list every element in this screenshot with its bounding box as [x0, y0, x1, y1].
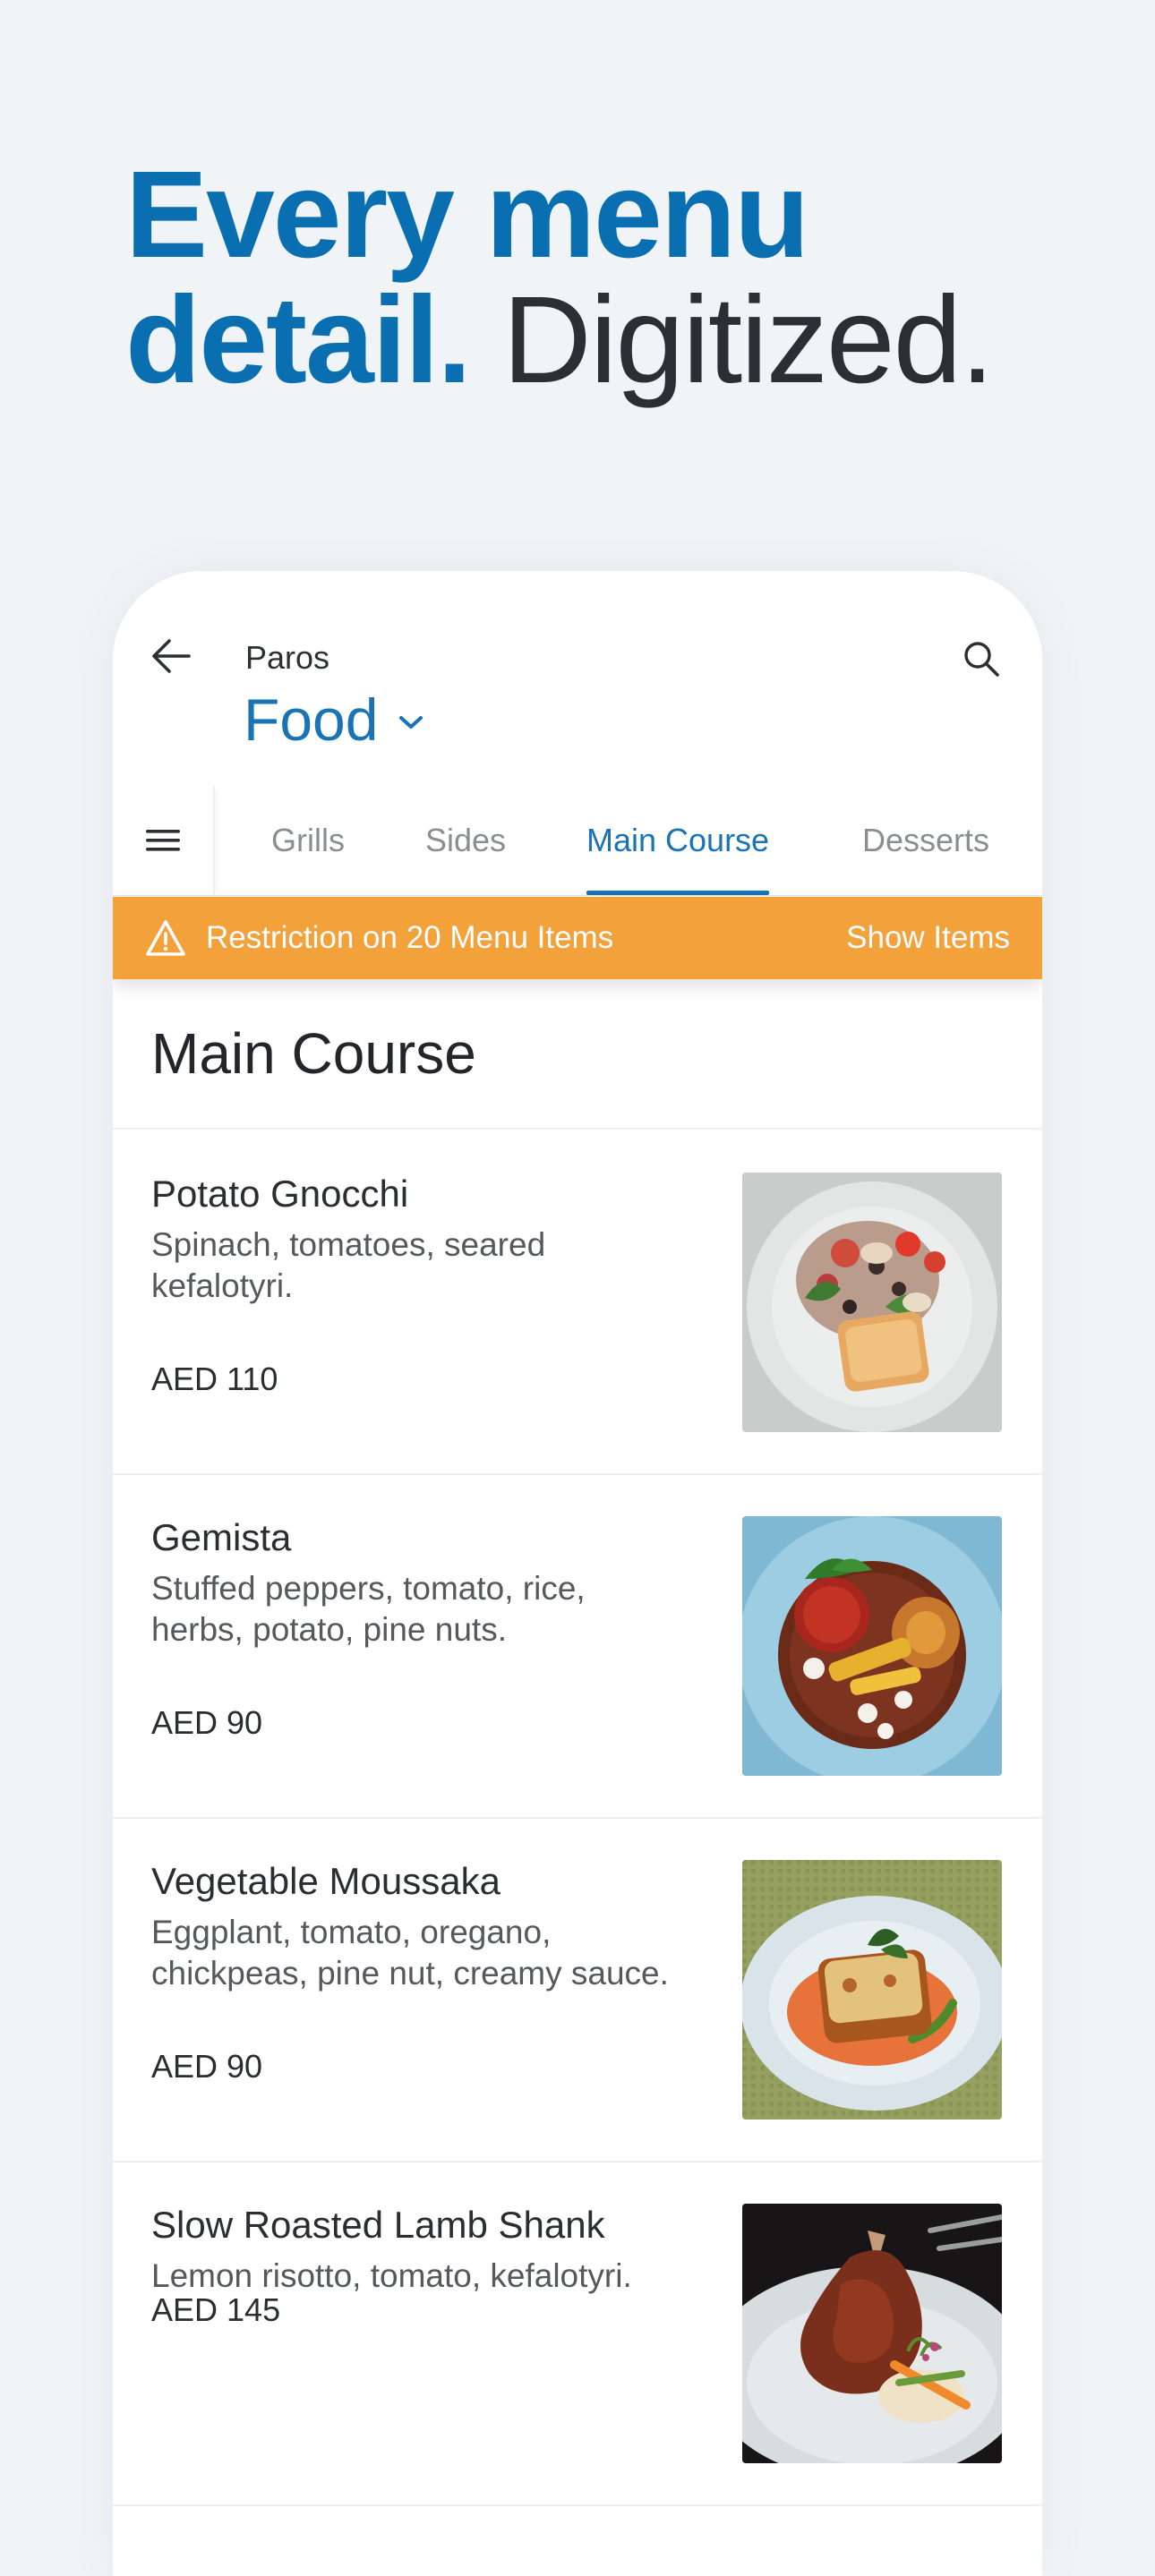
warning-triangle-icon: [146, 920, 185, 956]
menu-item[interactable]: Potato Gnocchi Spinach, tomatoes, seared…: [113, 1130, 1042, 1475]
item-price: AED 90: [151, 2048, 263, 2085]
item-name: Slow Roasted Lamb Shank: [151, 2204, 605, 2246]
moussaka-dish-photo: [742, 1860, 1002, 2120]
menu-item[interactable]: Slow Roasted Lamb Shank Lemon risotto, t…: [113, 2161, 1042, 2506]
arrow-left-icon: [152, 639, 191, 673]
search-icon: [964, 642, 999, 677]
tab-sides[interactable]: Sides: [425, 786, 506, 895]
section-title: Main Course: [151, 1021, 476, 1086]
item-price: AED 110: [151, 1361, 278, 1397]
headline-line1: Every menu: [125, 146, 809, 284]
gemista-dish-photo: [742, 1516, 1002, 1776]
categories-menu-button[interactable]: [113, 786, 215, 895]
restriction-message: Restriction on 20 Menu Items: [206, 920, 614, 955]
item-name: Potato Gnocchi: [151, 1173, 409, 1215]
menu-item[interactable]: Vegetable Moussaka Eggplant, tomato, ore…: [113, 1817, 1042, 2162]
tab-grills[interactable]: Grills: [271, 786, 345, 895]
lamb-shank-dish-photo: [742, 2204, 1002, 2463]
category-tabs: Grills Sides Main Course Desserts: [113, 786, 1042, 896]
item-name: Vegetable Moussaka: [151, 1860, 500, 1902]
chevron-down-icon: [398, 713, 424, 731]
menu-item[interactable]: Gemista Stuffed peppers, tomato, rice, he…: [113, 1473, 1042, 1819]
headline-line2-bold: detail.: [125, 271, 472, 409]
promo-headline: Every menu detail. Digitized.: [125, 152, 1110, 403]
phone-app-card: Paros Food Grills Sides Main Course Dess…: [113, 571, 1042, 2576]
tab-main-course[interactable]: Main Course: [586, 786, 770, 895]
item-description: Eggplant, tomato, oregano, chickpeas, pin…: [151, 1914, 669, 1992]
item-description: Spinach, tomatoes, seared kefalotyri.: [151, 1226, 546, 1304]
hamburger-icon: [146, 830, 180, 851]
venue-name: Paros: [245, 639, 330, 676]
item-description: Stuffed peppers, tomato, rice, herbs, pot…: [151, 1570, 586, 1648]
app-header: Paros Food Grills Sides Main Course Dess…: [113, 571, 1042, 896]
back-button[interactable]: [143, 628, 199, 684]
headline-line2-light: Digitized.: [502, 271, 995, 409]
menu-dropdown[interactable]: Food: [244, 686, 424, 754]
show-items-button[interactable]: Show Items: [846, 897, 1010, 979]
restriction-banner: Restriction on 20 Menu Items Show Items: [113, 897, 1042, 979]
gnocchi-dish-photo: [742, 1173, 1002, 1432]
item-price: AED 90: [151, 1704, 263, 1741]
menu-dropdown-label: Food: [244, 687, 379, 753]
search-button[interactable]: [954, 632, 1008, 686]
item-price: AED 145: [151, 2291, 281, 2328]
tab-desserts[interactable]: Desserts: [862, 786, 989, 895]
item-name: Gemista: [151, 1516, 292, 1558]
